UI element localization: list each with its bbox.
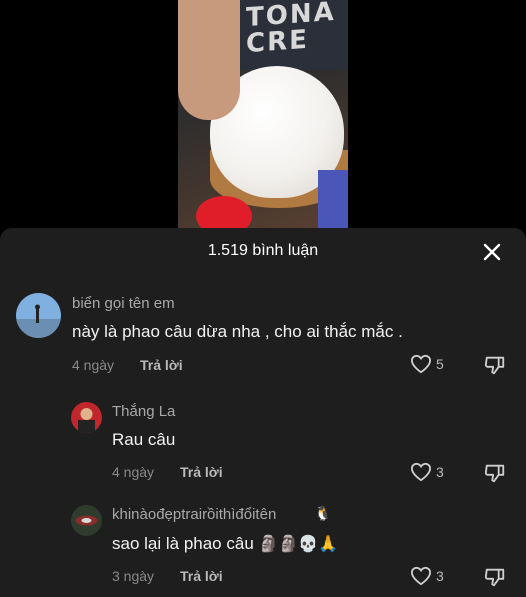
reply-button[interactable]: Trả lời <box>140 357 183 373</box>
comment-age: 3 ngày <box>112 568 155 584</box>
comment-text-body: sao lại là phao câu <box>112 534 254 553</box>
comments-panel: 1.519 bình luận biển gọi tên em này là p… <box>0 228 526 597</box>
heart-icon <box>410 462 432 482</box>
blue-bowl <box>318 170 348 228</box>
comment-username[interactable]: Thắng La <box>112 403 175 420</box>
like-count: 3 <box>436 464 444 480</box>
close-icon[interactable] <box>482 242 502 262</box>
comment-text: này là phao câu dừa nha , cho ai thắc mắ… <box>72 322 403 341</box>
comment-age: 4 ngày <box>72 357 115 373</box>
heart-icon <box>410 354 432 374</box>
like-count: 5 <box>436 356 444 372</box>
dislike-icon[interactable] <box>484 566 506 588</box>
comment-count-title: 1.519 bình luận <box>207 242 319 259</box>
like-button[interactable]: 3 <box>410 566 444 586</box>
red-cap <box>196 196 252 228</box>
dislike-icon[interactable] <box>484 354 506 376</box>
avatar[interactable] <box>16 293 61 338</box>
reply-button[interactable]: Trả lời <box>180 464 223 480</box>
like-button[interactable]: 5 <box>410 354 444 374</box>
penguin-icon: 🐧 <box>314 505 332 521</box>
avatar[interactable] <box>71 505 102 536</box>
comment-text: sao lại là phao câu 🗿🗿💀🙏 <box>112 534 338 554</box>
heart-icon <box>410 566 432 586</box>
comment-text: Rau câu <box>112 430 176 449</box>
like-count: 3 <box>436 568 444 584</box>
video-thumbnail[interactable]: TONA CRE <box>178 0 348 228</box>
like-button[interactable]: 3 <box>410 462 444 482</box>
comment-age: 4 ngày <box>112 464 155 480</box>
shirt-print: TONA CRE <box>246 0 336 60</box>
hand-image <box>178 0 240 120</box>
avatar[interactable] <box>71 402 102 433</box>
comment-username[interactable]: biển gọi tên em <box>72 295 175 312</box>
emoji-group: 🗿🗿💀🙏 <box>258 536 339 553</box>
reply-button[interactable]: Trả lời <box>180 568 223 584</box>
comment-username[interactable]: khinàođẹptrairồithìđổitên <box>112 506 276 523</box>
dislike-icon[interactable] <box>484 462 506 484</box>
